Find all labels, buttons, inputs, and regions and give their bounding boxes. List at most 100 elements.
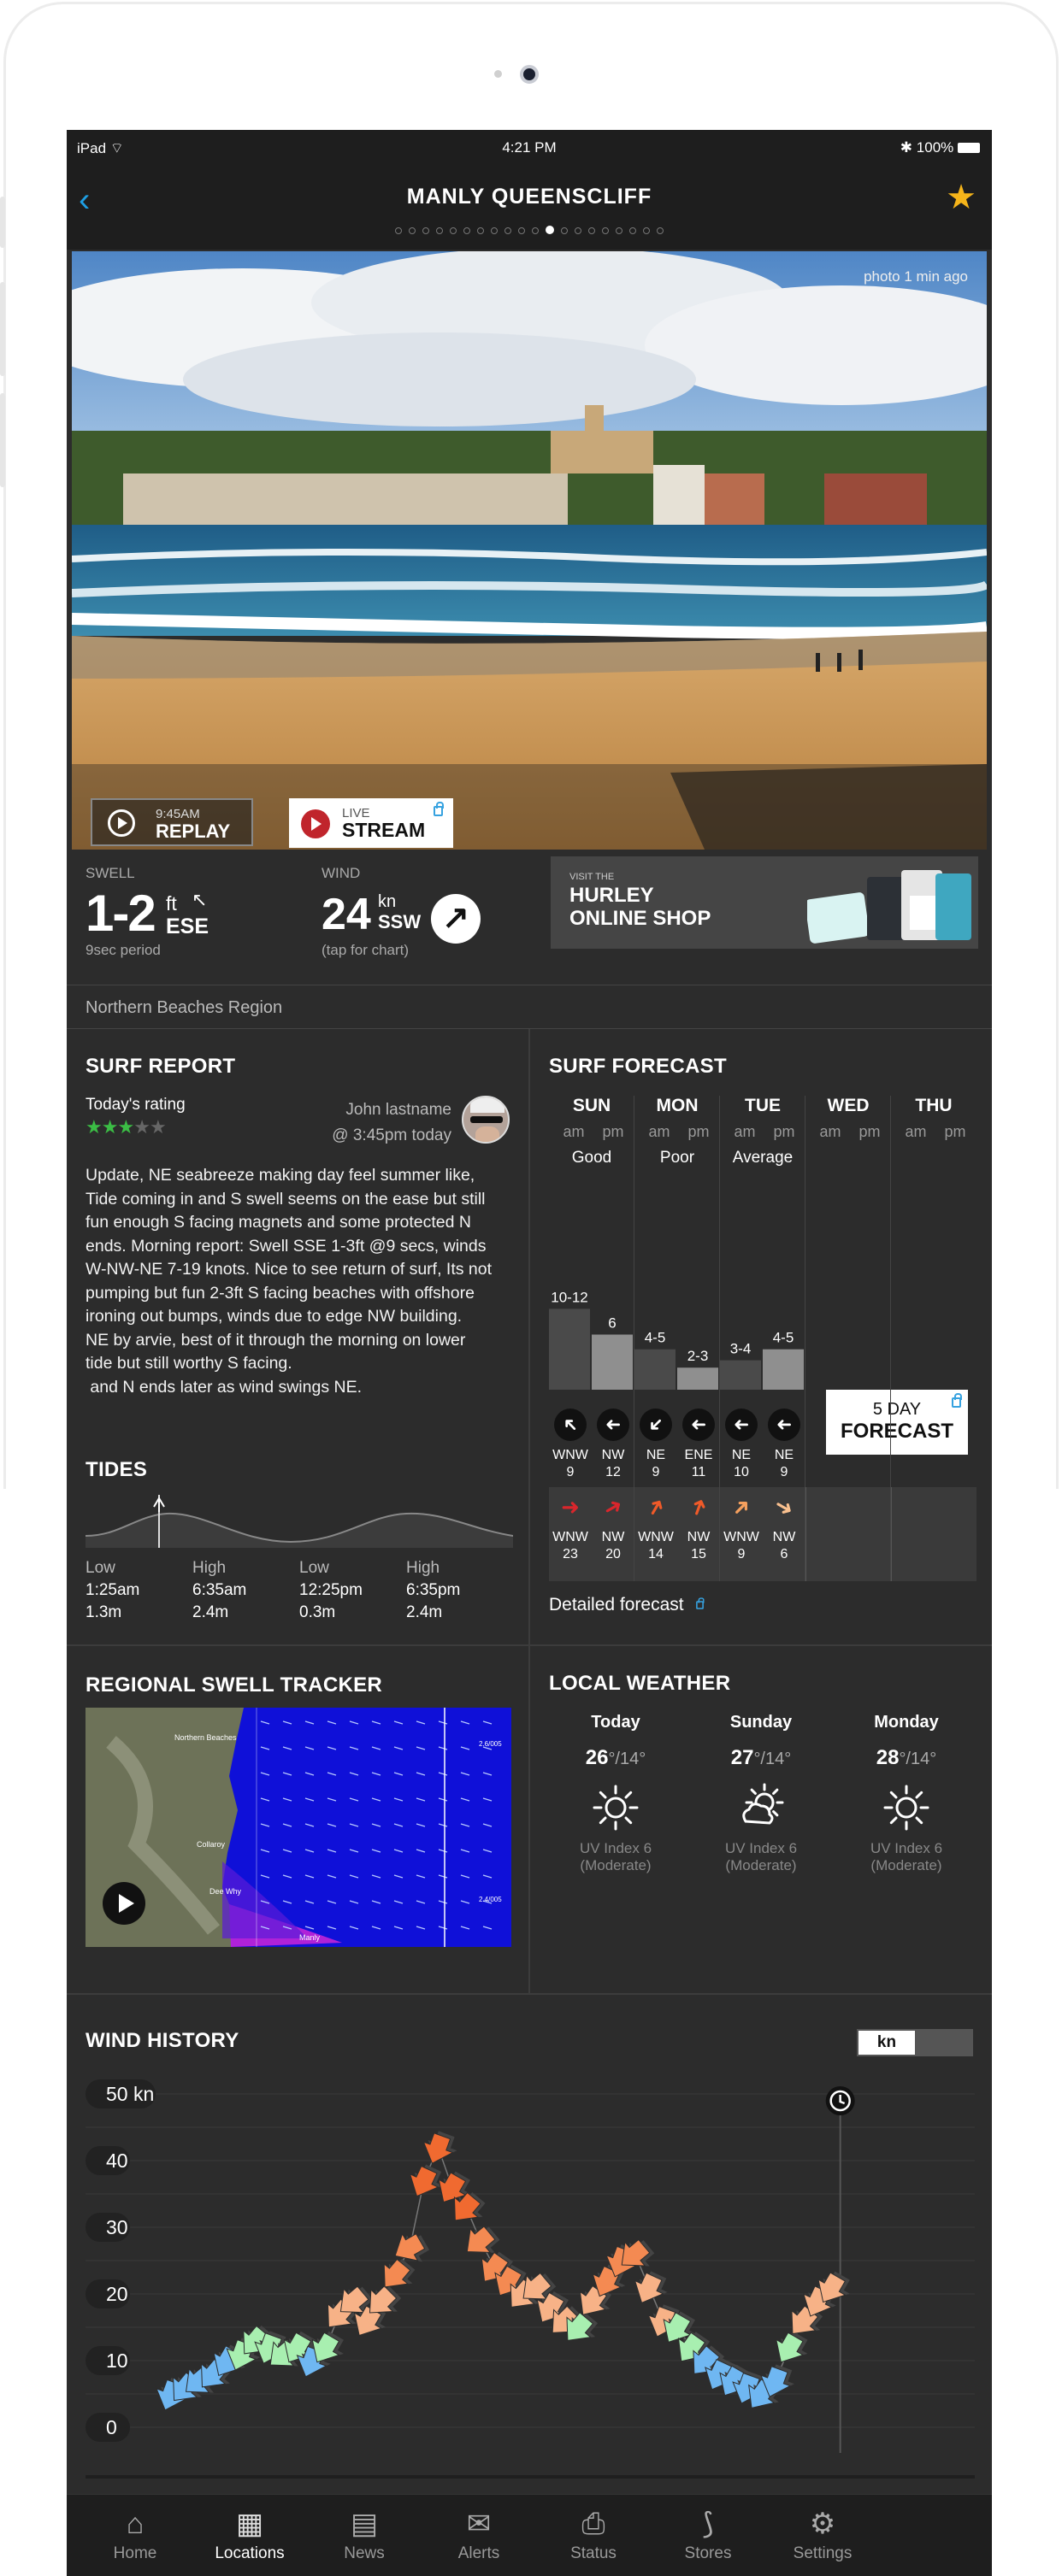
swell-direction: NE bbox=[731, 1448, 752, 1462]
tide-time: 6:35pm bbox=[406, 1581, 461, 1599]
tab-label: Alerts bbox=[457, 2544, 500, 2562]
map-play-button[interactable] bbox=[103, 1882, 145, 1925]
temp-low: 14 bbox=[911, 1750, 930, 1768]
detailed-forecast-link[interactable]: Detailed forecast bbox=[549, 1595, 705, 1615]
page-dot[interactable] bbox=[588, 227, 595, 234]
page-dot[interactable] bbox=[616, 227, 622, 234]
tab-status[interactable]: ⎙ Status bbox=[542, 2503, 645, 2563]
weather-temp: 27°/14° bbox=[693, 1746, 829, 1770]
page-dot[interactable] bbox=[422, 227, 429, 234]
page-dot[interactable] bbox=[602, 227, 609, 234]
lock-icon bbox=[434, 802, 444, 816]
page-dot[interactable] bbox=[518, 227, 525, 234]
forecast-wind-divider bbox=[891, 1487, 892, 1581]
uv-level: (Moderate) bbox=[870, 1857, 942, 1873]
wind-history-chart[interactable]: 50 kn40302010012pm1pm2pm3pm4pm5pm bbox=[86, 2077, 975, 2479]
rating-star-icon: ★ bbox=[149, 1116, 167, 1138]
tide-time: 12:25pm bbox=[299, 1581, 363, 1599]
forecast-pm-label: pm bbox=[944, 1123, 966, 1140]
page-dot[interactable] bbox=[463, 227, 470, 234]
page-dot[interactable] bbox=[450, 227, 457, 234]
page-dot[interactable] bbox=[504, 227, 511, 234]
forecast-pm-label: pm bbox=[858, 1123, 881, 1140]
temp-separator: °/ bbox=[899, 1750, 911, 1768]
forecast-rating: Poor bbox=[659, 1149, 695, 1167]
tide-item: High 6:35am 2.4m bbox=[192, 1557, 246, 1624]
surf-cam-photo[interactable]: photo 1 min ago 9:45AM REPLAY LIVE STREA… bbox=[72, 251, 987, 850]
page-dot[interactable] bbox=[546, 226, 554, 234]
locations-icon: ▦ bbox=[235, 2508, 264, 2540]
page-dot[interactable] bbox=[561, 227, 568, 234]
map-value: 2.6/005 bbox=[479, 1740, 502, 1748]
swell-tracker-map[interactable]: Northern Beaches Collaroy Dee Why Manly … bbox=[86, 1708, 511, 1947]
page-dot[interactable] bbox=[436, 227, 443, 234]
ad-line1: HURLEY bbox=[569, 884, 654, 907]
tab-label: News bbox=[344, 2544, 385, 2562]
page-dot[interactable] bbox=[409, 227, 416, 234]
report-posted-time: @ 3:45pm today bbox=[332, 1126, 451, 1144]
swell-arrow-icon: ➜ bbox=[682, 1409, 715, 1441]
map-label: Dee Why bbox=[209, 1887, 242, 1896]
arrow-glyph: ➜ bbox=[605, 1414, 622, 1436]
svg-text:50 kn: 50 kn bbox=[106, 2083, 154, 2105]
avatar[interactable] bbox=[462, 1096, 510, 1144]
tab-news[interactable]: ▤ News bbox=[313, 2503, 416, 2563]
swell-arrow-icon: ➜ bbox=[554, 1409, 587, 1441]
temp-high: 26 bbox=[585, 1746, 609, 1769]
swell-arrow-icon: ➜ bbox=[640, 1409, 672, 1441]
ad-top-text: VISIT THE bbox=[569, 872, 615, 882]
forecast-am-label: am bbox=[734, 1123, 756, 1140]
swell-summary[interactable]: SWELL 1-2 ft ↖ ESE 9sec period bbox=[86, 865, 209, 958]
swell-unit: ft bbox=[166, 892, 177, 915]
arrow-glyph: ➜ bbox=[776, 1414, 793, 1436]
report-line: ends. Morning report: Swell SSE 1-3ft @9… bbox=[86, 1236, 487, 1256]
surf-report-title: SURF REPORT bbox=[86, 1055, 236, 1078]
page-dot[interactable] bbox=[477, 227, 484, 234]
five-day-forecast-button[interactable]: 5 DAY FORECAST bbox=[826, 1390, 968, 1455]
uv-index: UV Index 6 bbox=[870, 1840, 943, 1856]
wind-direction: WNW bbox=[638, 1530, 674, 1544]
replay-button[interactable]: 9:45AM REPLAY bbox=[91, 798, 253, 846]
page-dot[interactable] bbox=[643, 227, 650, 234]
forecast-bar-chart[interactable]: 10-12 6 4-5 2-3 3-4 4-5 bbox=[549, 1262, 805, 1390]
swell-period: 9 bbox=[566, 1465, 575, 1479]
rating-stars: ★★★★★ bbox=[86, 1116, 167, 1138]
tab-alerts[interactable]: ✉ Alerts bbox=[428, 2503, 530, 2563]
forecast-bar-label: 4-5 bbox=[645, 1330, 666, 1346]
wind-direction: NW bbox=[601, 1530, 625, 1544]
page-dot[interactable] bbox=[657, 227, 664, 234]
tab-home[interactable]: ⌂ Home bbox=[84, 2503, 186, 2563]
wind-arrow-icon: ➜ bbox=[682, 1493, 714, 1520]
forecast-bar-label: 6 bbox=[608, 1315, 616, 1332]
region-bar[interactable]: Northern Beaches Region bbox=[67, 985, 992, 1029]
unit-toggle[interactable]: kn bbox=[857, 2029, 973, 2056]
region-label: Northern Beaches Region bbox=[86, 998, 283, 1017]
tab-settings[interactable]: ⚙ Settings bbox=[771, 2503, 874, 2563]
report-line: Update, NE seabreeze making day feel sum… bbox=[86, 1166, 475, 1185]
forecast-pm-label: pm bbox=[773, 1123, 795, 1140]
temp-degree: ° bbox=[639, 1750, 646, 1768]
page-dot[interactable] bbox=[575, 227, 581, 234]
page-dot[interactable] bbox=[491, 227, 498, 234]
hurley-shop-ad[interactable]: VISIT THE HURLEY ONLINE SHOP bbox=[551, 856, 978, 949]
wind-point-arrow bbox=[422, 2131, 457, 2164]
wind-summary[interactable]: WIND 24 kn SSW ↗ (tap for chart) bbox=[322, 865, 481, 958]
page-dots[interactable] bbox=[67, 226, 992, 235]
map-label: Manly bbox=[299, 1933, 321, 1942]
tab-stores[interactable]: ⟆ Stores bbox=[657, 2503, 759, 2563]
page-dot[interactable] bbox=[532, 227, 539, 234]
page-dot[interactable] bbox=[629, 227, 636, 234]
replay-label: REPLAY bbox=[156, 820, 231, 842]
wind-direction: WNW bbox=[723, 1530, 759, 1544]
rating-star-icon: ★ bbox=[101, 1116, 119, 1138]
page-dot[interactable] bbox=[395, 227, 402, 234]
forecast-bar-label: 2-3 bbox=[687, 1348, 709, 1364]
y-tick-label: 0 bbox=[86, 2413, 130, 2442]
weather-day-name: Monday bbox=[874, 1713, 939, 1732]
unit-toggle-kn[interactable]: kn bbox=[858, 2031, 915, 2055]
favorite-star-icon[interactable]: ★ bbox=[946, 178, 976, 217]
tab-locations[interactable]: ▦ Locations bbox=[198, 2503, 301, 2563]
live-stream-button[interactable]: LIVE STREAM bbox=[289, 798, 453, 848]
five-day-line1: 5 DAY bbox=[872, 1400, 922, 1419]
tide-chart[interactable] bbox=[86, 1495, 513, 1548]
